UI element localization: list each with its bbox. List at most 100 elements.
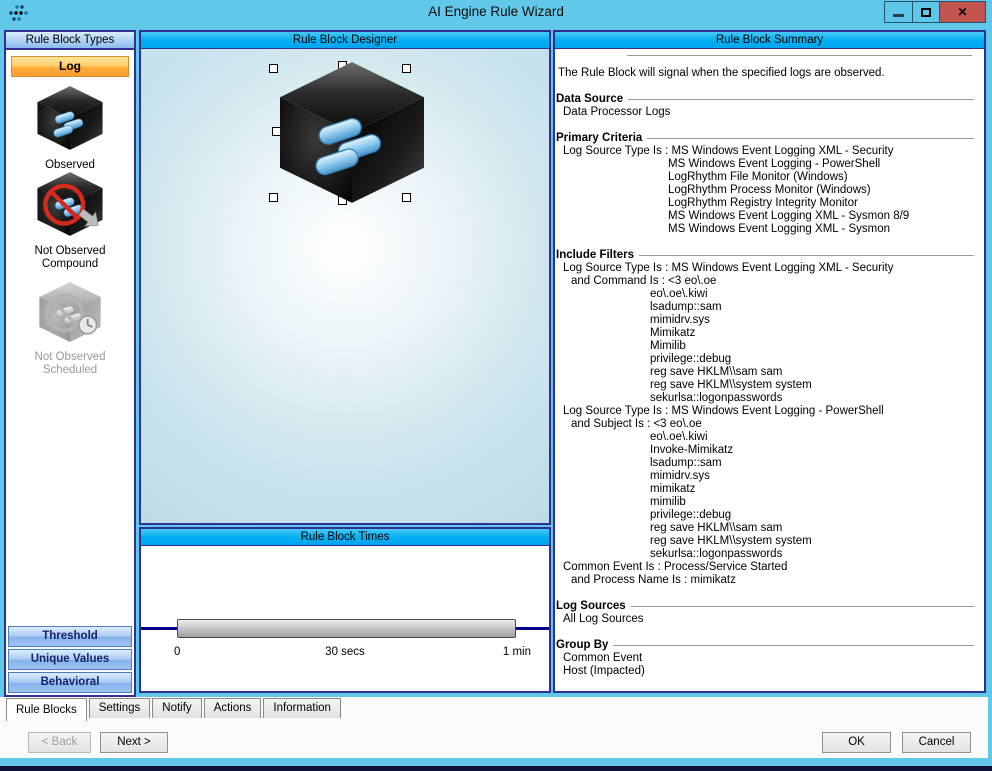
summary-line: Common Event: [563, 652, 643, 664]
summary-line: Invoke-Mimikatz: [650, 444, 734, 456]
tab-settings[interactable]: Settings: [88, 698, 151, 718]
summary-section-data-source: Data Source Data Processor Logs: [555, 93, 978, 119]
summary-line: Data Processor Logs: [563, 106, 671, 118]
section-lines: All Log Sources: [555, 613, 978, 626]
title-bar[interactable]: AI Engine Rule Wizard ✕: [0, 0, 992, 26]
rule-type-buttons: Threshold Unique Values Behavioral: [8, 624, 132, 693]
summary-top-rule: [627, 55, 972, 57]
summary-line: MS Windows Event Logging XML - Sysmon 8/…: [668, 210, 910, 222]
summary-line: MS Windows Event Logging - PowerShell: [668, 158, 881, 170]
section-title: Primary Criteria: [556, 132, 643, 144]
time-slider-area: 0 30 secs 1 min: [141, 546, 549, 691]
ai-engine-rule-wizard-window: AI Engine Rule Wizard ✕ Rule Block Types…: [0, 0, 992, 771]
back-button[interactable]: < Back: [28, 732, 91, 753]
wizard-bottom-bar: Rule Blocks Settings Notify Actions Info…: [0, 697, 988, 758]
summary-line: All Log Sources: [563, 613, 644, 625]
time-tick-30secs: 30 secs: [325, 646, 365, 658]
summary-section-include-filters: Include Filters Log Source Type Is : MS …: [555, 249, 978, 587]
summary-section-group-by: Group By Common Event Host (Impacted): [555, 639, 978, 678]
tab-notify[interactable]: Notify: [152, 698, 202, 718]
rule-block-times-header: Rule Block Times: [141, 529, 549, 546]
section-lines: Data Processor Logs: [555, 106, 978, 119]
summary-line: Log Source Type Is : MS Windows Event Lo…: [563, 262, 894, 274]
summary-body: The Rule Block will signal when the spec…: [555, 49, 984, 691]
observed-cube-icon: [37, 86, 103, 150]
section-rule: [647, 138, 974, 140]
cancel-button[interactable]: Cancel: [902, 732, 971, 753]
log-category-button[interactable]: Log: [11, 56, 129, 77]
summary-line: and Subject Is : <3 eo\.oe: [571, 418, 702, 430]
summary-line: Host (Impacted): [563, 665, 645, 677]
observed-cube-large-icon: [280, 62, 424, 203]
summary-line: reg save HKLM\\system system: [650, 535, 812, 547]
sidebar-item-label: Not Observed Compound: [34, 245, 106, 270]
window-title: AI Engine Rule Wizard: [428, 4, 564, 19]
section-lines: Log Source Type Is : MS Windows Event Lo…: [555, 145, 978, 236]
window-controls: ✕: [884, 1, 986, 23]
ok-button[interactable]: OK: [822, 732, 891, 753]
sidebar-item-label: Not Observed Scheduled: [34, 351, 106, 376]
not-observed-scheduled-icon: [39, 282, 101, 342]
minimize-icon: [893, 14, 904, 17]
summary-line: LogRhythm Registry Integrity Monitor: [668, 197, 858, 209]
summary-section-primary-criteria: Primary Criteria Log Source Type Is : MS…: [555, 132, 978, 236]
summary-line: sekurlsa::logonpasswords: [650, 392, 783, 404]
rule-block-types-panel: Rule Block Types Log Observed Not Observ…: [4, 30, 136, 697]
designer-canvas[interactable]: [141, 49, 549, 523]
time-tick-1min: 1 min: [502, 646, 531, 658]
summary-intro: The Rule Block will signal when the spec…: [558, 67, 885, 79]
summary-section-log-sources: Log Sources All Log Sources: [555, 600, 978, 626]
section-rule: [628, 99, 974, 101]
summary-line: Log Source Type Is : MS Windows Event Lo…: [563, 145, 894, 157]
rule-block-designer-header: Rule Block Designer: [141, 32, 549, 49]
maximize-button[interactable]: [912, 2, 939, 22]
window-bottom-edge: [0, 766, 992, 771]
summary-line: eo\.oe\.kiwi: [650, 431, 708, 443]
sidebar-item-observed[interactable]: Observed: [6, 84, 134, 172]
wizard-tabs: Rule Blocks Settings Notify Actions Info…: [6, 698, 343, 721]
maximize-icon: [921, 7, 931, 17]
rule-block-summary-panel: Rule Block Summary The Rule Block will s…: [553, 30, 986, 693]
summary-line: privilege::debug: [650, 509, 732, 521]
summary-line: privilege::debug: [650, 353, 732, 365]
minimize-button[interactable]: [885, 2, 912, 22]
section-title: Include Filters: [556, 249, 634, 261]
section-rule: [630, 606, 974, 608]
summary-line: mimidrv.sys: [650, 314, 710, 326]
summary-line: reg save HKLM\\sam sam: [650, 522, 783, 534]
section-title: Log Sources: [556, 600, 626, 612]
summary-line: LogRhythm Process Monitor (Windows): [668, 184, 871, 196]
summary-line: Mimilib: [650, 340, 686, 352]
summary-line: Common Event Is : Process/Service Starte…: [563, 561, 788, 573]
section-rule: [638, 255, 974, 257]
summary-line: reg save HKLM\\system system: [650, 379, 812, 391]
tab-actions[interactable]: Actions: [203, 698, 262, 718]
sidebar-item-not-observed-compound[interactable]: Not Observed Compound: [6, 170, 134, 271]
rule-block-cube[interactable]: [272, 55, 432, 210]
next-button[interactable]: Next >: [100, 732, 168, 753]
summary-line: LogRhythm File Monitor (Windows): [668, 171, 848, 183]
summary-line: and Process Name Is : mimikatz: [571, 574, 736, 586]
behavioral-button[interactable]: Behavioral: [8, 672, 132, 693]
summary-line: sekurlsa::logonpasswords: [650, 548, 783, 560]
summary-line: Log Source Type Is : MS Windows Event Lo…: [563, 405, 884, 417]
tab-rule-blocks[interactable]: Rule Blocks: [6, 698, 87, 721]
summary-line: Mimikatz: [650, 327, 696, 339]
unique-values-button[interactable]: Unique Values: [8, 649, 132, 670]
rule-block-times-panel: Rule Block Times 0 30 secs 1 min: [139, 527, 551, 693]
rule-block-summary-header: Rule Block Summary: [555, 32, 984, 49]
close-button[interactable]: ✕: [939, 2, 985, 22]
section-lines: Common Event Host (Impacted): [555, 652, 978, 678]
not-observed-compound-icon: [37, 172, 103, 236]
summary-line: lsadump::sam: [650, 301, 722, 313]
time-slider-bar[interactable]: [177, 619, 516, 638]
section-title: Group By: [556, 639, 609, 651]
summary-line: lsadump::sam: [650, 457, 722, 469]
summary-line: MS Windows Event Logging XML - Sysmon: [668, 223, 890, 235]
summary-line: mimilib: [650, 496, 686, 508]
threshold-button[interactable]: Threshold: [8, 626, 132, 647]
rule-block-types-header: Rule Block Types: [6, 32, 134, 50]
section-rule: [613, 645, 974, 647]
sidebar-item-not-observed-scheduled[interactable]: Not Observed Scheduled: [6, 280, 134, 377]
tab-information[interactable]: Information: [263, 698, 341, 718]
